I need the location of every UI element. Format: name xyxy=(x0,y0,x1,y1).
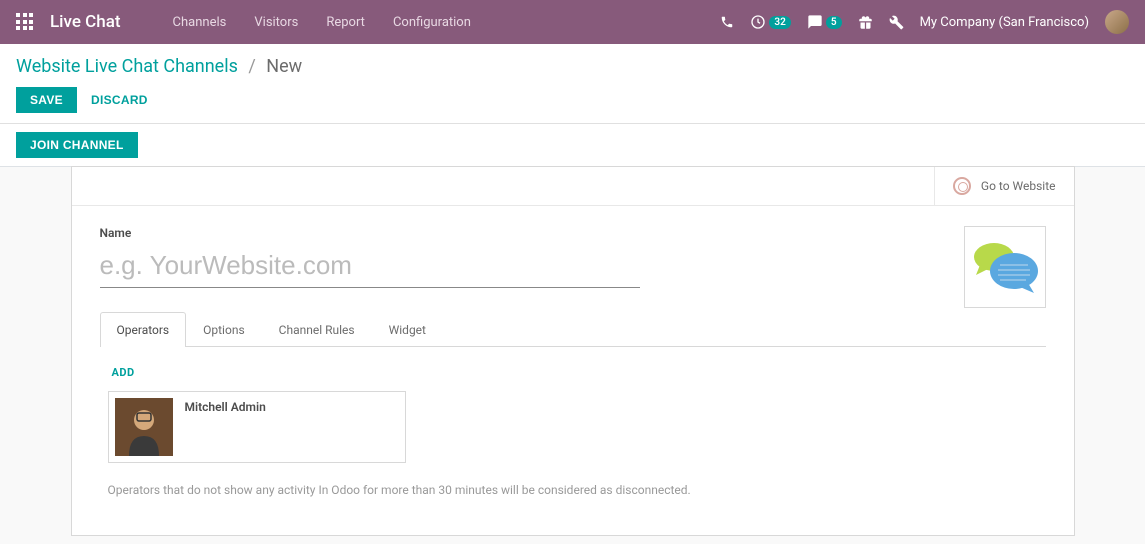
messages-badge: 5 xyxy=(826,16,842,29)
nav-configuration[interactable]: Configuration xyxy=(381,7,483,38)
operator-card[interactable]: Mitchell Admin xyxy=(108,391,406,463)
chat-bubbles-icon xyxy=(970,239,1040,295)
operator-name: Mitchell Admin xyxy=(185,398,266,414)
messages-icon[interactable]: 5 xyxy=(807,14,842,30)
tab-widget[interactable]: Widget xyxy=(372,312,443,347)
nav-report[interactable]: Report xyxy=(314,7,377,38)
goto-website-label: Go to Website xyxy=(981,179,1056,193)
activity-badge: 32 xyxy=(769,16,790,29)
discard-button[interactable]: DISCARD xyxy=(91,93,148,107)
phone-icon[interactable] xyxy=(720,15,734,29)
main-nav: Channels Visitors Report Configuration xyxy=(161,7,483,38)
nav-channels[interactable]: Channels xyxy=(161,7,239,38)
status-bar: JOIN CHANNEL xyxy=(0,124,1145,167)
form-sheet: Go to Website Name xyxy=(71,166,1075,536)
save-button[interactable]: SAVE xyxy=(16,87,77,113)
top-navbar: Live Chat Channels Visitors Report Confi… xyxy=(0,0,1145,44)
tab-content-operators: ADD Mitchell Admin Operators that do not… xyxy=(100,347,1046,515)
tab-channel-rules[interactable]: Channel Rules xyxy=(262,312,372,347)
name-label: Name xyxy=(100,226,640,240)
add-operator-button[interactable]: ADD xyxy=(112,366,135,379)
tab-operators[interactable]: Operators xyxy=(100,312,187,347)
user-avatar[interactable] xyxy=(1105,10,1129,34)
tab-options[interactable]: Options xyxy=(186,312,262,347)
company-selector[interactable]: My Company (San Francisco) xyxy=(920,15,1089,30)
tabs: Operators Options Channel Rules Widget xyxy=(100,312,1046,347)
join-channel-button[interactable]: JOIN CHANNEL xyxy=(16,132,138,158)
nav-visitors[interactable]: Visitors xyxy=(242,7,310,38)
activity-icon[interactable]: 32 xyxy=(750,14,790,30)
name-input[interactable] xyxy=(100,246,640,288)
gift-icon[interactable] xyxy=(858,15,873,30)
breadcrumb-parent[interactable]: Website Live Chat Channels xyxy=(16,56,238,77)
tools-icon[interactable] xyxy=(889,15,904,30)
sheet-button-box: Go to Website xyxy=(72,167,1074,206)
app-title: Live Chat xyxy=(50,12,121,32)
apps-menu-icon[interactable] xyxy=(16,13,34,31)
globe-icon xyxy=(953,177,971,195)
breadcrumb-current: New xyxy=(266,56,302,77)
form-actions: SAVE DISCARD xyxy=(16,87,1129,123)
breadcrumb-separator: / xyxy=(248,56,255,77)
channel-image[interactable] xyxy=(964,226,1046,308)
breadcrumb: Website Live Chat Channels / New xyxy=(16,56,1129,77)
topbar-right: 32 5 My Company (San Francisco) xyxy=(720,10,1129,34)
operators-hint: Operators that do not show any activity … xyxy=(108,483,1038,497)
operator-avatar xyxy=(115,398,173,456)
goto-website-button[interactable]: Go to Website xyxy=(934,167,1074,205)
breadcrumb-bar: Website Live Chat Channels / New SAVE DI… xyxy=(0,44,1145,124)
